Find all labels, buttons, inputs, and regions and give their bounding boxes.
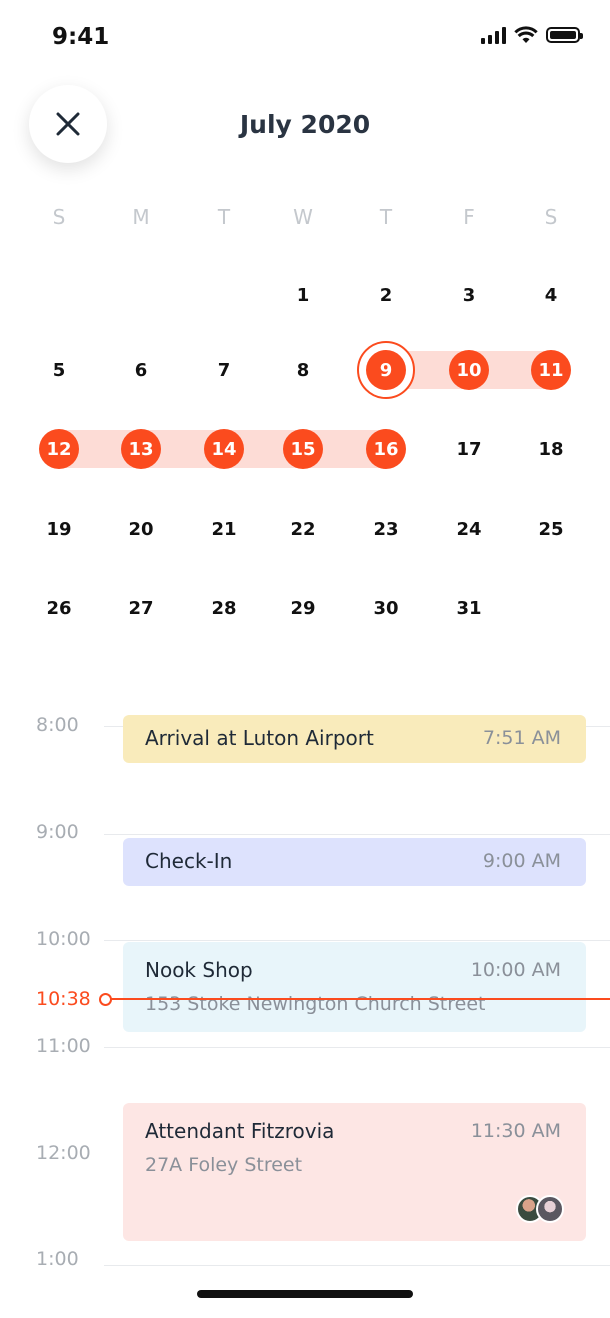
calendar-day-11[interactable]: 11 [521, 350, 581, 390]
calendar-day-1[interactable]: 1 [273, 275, 333, 315]
event-time: 7:51 AM [482, 727, 561, 749]
event-title: Nook Shop [145, 958, 253, 982]
event-card[interactable]: Arrival at Luton Airport 7:51 AM [123, 715, 586, 763]
home-indicator [197, 1290, 413, 1298]
event-time: 11:30 AM [470, 1120, 561, 1142]
event-title: Arrival at Luton Airport [145, 726, 374, 750]
day-number: 14 [204, 429, 244, 469]
hour-label: 9:00 [36, 821, 79, 843]
event-title: Check-In [145, 849, 233, 873]
calendar-day-16[interactable]: 16 [356, 429, 416, 469]
calendar-day-26[interactable]: 26 [29, 588, 89, 628]
calendar-day-17[interactable]: 17 [439, 429, 499, 469]
calendar-day-27[interactable]: 27 [111, 588, 171, 628]
calendar-day-13[interactable]: 13 [111, 429, 171, 469]
hour-label: 12:00 [36, 1142, 91, 1164]
timeline: 8:00 9:00 10:00 11:00 12:00 1:00 Arrival… [0, 680, 610, 1318]
day-number: 15 [283, 429, 323, 469]
hour-line [104, 940, 610, 941]
hour-line [104, 1047, 610, 1048]
hour-label: 1:00 [36, 1248, 79, 1270]
calendar-day-3[interactable]: 3 [439, 275, 499, 315]
calendar-day-22[interactable]: 22 [273, 509, 333, 549]
calendar-day-24[interactable]: 24 [439, 509, 499, 549]
event-time: 10:00 AM [470, 959, 561, 981]
event-address: 153 Stoke Newington Church Street [145, 993, 486, 1015]
current-time-line [105, 998, 610, 1000]
day-number: 9 [366, 350, 406, 390]
calendar-day-7[interactable]: 7 [194, 350, 254, 390]
calendar-day-31[interactable]: 31 [439, 588, 499, 628]
day-number: 16 [366, 429, 406, 469]
day-number: 13 [121, 429, 161, 469]
event-title: Attendant Fitzrovia [145, 1119, 335, 1143]
calendar-day-18[interactable]: 18 [521, 429, 581, 469]
calendar-day-14[interactable]: 14 [194, 429, 254, 469]
calendar-day-4[interactable]: 4 [521, 275, 581, 315]
event-card[interactable]: Attendant Fitzrovia 11:30 AM 27A Foley S… [123, 1103, 586, 1241]
day-number: 10 [449, 350, 489, 390]
calendar-day-12[interactable]: 12 [29, 429, 89, 469]
calendar-day-23[interactable]: 23 [356, 509, 416, 549]
current-time-dot [99, 993, 112, 1006]
attendee-avatars[interactable] [516, 1195, 564, 1223]
calendar-day-2[interactable]: 2 [356, 275, 416, 315]
hour-label: 8:00 [36, 714, 79, 736]
calendar-day-25[interactable]: 25 [521, 509, 581, 549]
avatar [536, 1195, 564, 1223]
calendar-day-15[interactable]: 15 [273, 429, 333, 469]
event-card[interactable]: Check-In 9:00 AM [123, 838, 586, 886]
hour-line [104, 1265, 610, 1266]
calendar-day-6[interactable]: 6 [111, 350, 171, 390]
calendar-day-30[interactable]: 30 [356, 588, 416, 628]
calendar-day-20[interactable]: 20 [111, 509, 171, 549]
event-time: 9:00 AM [482, 850, 561, 872]
calendar-day-8[interactable]: 8 [273, 350, 333, 390]
hour-line [104, 834, 610, 835]
event-address: 27A Foley Street [145, 1154, 303, 1176]
hour-label: 11:00 [36, 1035, 91, 1057]
day-number: 11 [531, 350, 571, 390]
calendar-day-5[interactable]: 5 [29, 350, 89, 390]
calendar-day-21[interactable]: 21 [194, 509, 254, 549]
calendar-day-9[interactable]: 9 [356, 341, 416, 399]
hour-label: 10:00 [36, 928, 91, 950]
calendar-grid: 1 2 3 4 5 6 7 8 9 10 11 12 13 14 15 16 17 18 19 20 21 22 23 24 2… [0, 0, 610, 660]
event-card[interactable]: Nook Shop 10:00 AM 153 Stoke Newington C… [123, 942, 586, 1032]
calendar-day-29[interactable]: 29 [273, 588, 333, 628]
current-time-label: 10:38 [36, 988, 91, 1010]
calendar-day-28[interactable]: 28 [194, 588, 254, 628]
calendar-day-10[interactable]: 10 [439, 350, 499, 390]
calendar-day-19[interactable]: 19 [29, 509, 89, 549]
day-number: 12 [39, 429, 79, 469]
